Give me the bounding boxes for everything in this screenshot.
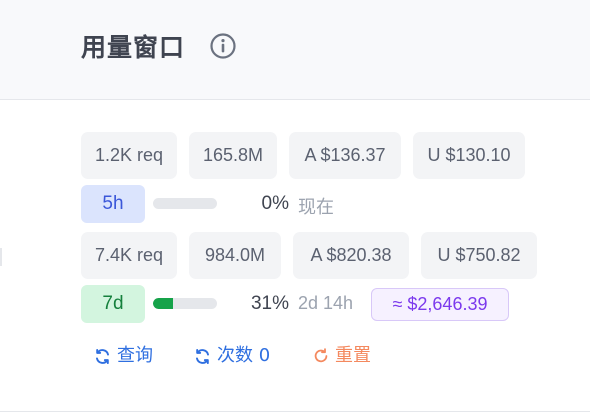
page-title: 用量窗口 <box>81 33 186 62</box>
percent-7d: 31% <box>250 293 289 314</box>
a-cost-stat-5h: A $136.37 <box>289 132 401 179</box>
refresh-icon <box>96 348 109 364</box>
u-cost-stat-7d: U $750.82 <box>421 232 537 279</box>
refresh-icon <box>196 348 209 364</box>
reset-button[interactable]: 重置 <box>313 343 371 369</box>
info-icon[interactable] <box>209 32 237 60</box>
window-label-5h: 5h <box>81 185 145 223</box>
divider <box>0 411 590 412</box>
window-label-7d: 7d <box>81 285 145 323</box>
progress-fill-7d <box>153 298 173 309</box>
divider <box>0 248 2 266</box>
estimated-cost-badge: ≈ $2,646.39 <box>371 288 509 321</box>
tokens-stat-5h: 165.8M <box>189 132 277 179</box>
query-button[interactable]: 查询 <box>94 343 153 369</box>
progress-bar-7d <box>153 298 217 309</box>
a-cost-stat-7d: A $820.38 <box>293 232 409 279</box>
reset-label: 重置 <box>335 345 371 366</box>
count-button[interactable]: 次数 0 <box>194 343 270 369</box>
rotate-icon <box>314 348 328 363</box>
reset-time-5h: 现在 <box>298 197 334 218</box>
count-label: 次数 0 <box>217 345 271 366</box>
reset-time-7d: 2d 14h <box>298 293 354 313</box>
tokens-stat-7d: 984.0M <box>189 232 281 279</box>
progress-bar-5h <box>153 198 217 209</box>
requests-stat-7d: 7.4K req <box>81 232 177 279</box>
u-cost-stat-5h: U $130.10 <box>413 132 525 179</box>
page-header: 用量窗口 <box>0 0 590 100</box>
percent-5h: 0% <box>261 193 289 214</box>
requests-stat-5h: 1.2K req <box>81 132 177 179</box>
query-label: 查询 <box>117 345 153 366</box>
